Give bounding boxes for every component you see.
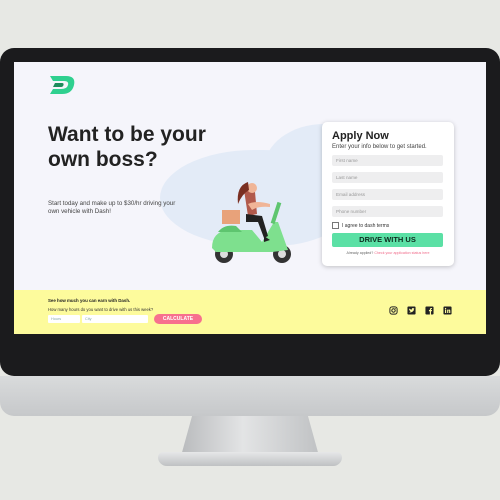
facebook-icon[interactable]	[425, 306, 434, 315]
first-name-field[interactable]: First name	[332, 155, 443, 166]
terms-checkbox[interactable]	[332, 222, 339, 229]
last-name-field[interactable]: Last name	[332, 172, 443, 183]
email-field[interactable]: Email address	[332, 189, 443, 200]
dash-logo[interactable]	[48, 74, 76, 96]
monitor-stand	[181, 416, 319, 456]
apply-form-card: Apply Now Enter your info below to get s…	[322, 122, 454, 266]
application-status-link[interactable]: Check your application status here	[374, 251, 429, 255]
scooter-rider-illustration	[212, 182, 291, 263]
drive-with-us-button[interactable]: DRIVE WITH US	[332, 233, 443, 247]
phone-field[interactable]: Phone number	[332, 206, 443, 217]
earnings-calculator-bar: See how much you can earn with Dash. How…	[14, 290, 486, 334]
linkedin-icon[interactable]	[443, 306, 452, 315]
monitor-chin	[0, 376, 500, 416]
twitter-icon[interactable]	[407, 306, 416, 315]
form-subtitle: Enter your info below to get started.	[332, 144, 427, 150]
terms-row: I agree to dash terms	[332, 222, 389, 229]
applied-text: Already applied?	[346, 251, 374, 255]
hero-subtitle: Start today and make up to $30/hr drivin…	[48, 200, 176, 215]
screen: Want to be your own boss? Start today an…	[14, 62, 486, 334]
city-input[interactable]: City	[82, 315, 148, 323]
hours-input[interactable]: Hours	[48, 315, 80, 323]
terms-label: I agree to dash terms	[342, 222, 390, 229]
applied-note: Already applied? Check your application …	[322, 251, 454, 255]
hero-title: Want to be your own boss?	[48, 123, 206, 171]
calculator-question: How many hours do you want to drive with…	[48, 307, 154, 312]
calculator-title: See how much you can earn with Dash.	[48, 298, 131, 303]
form-title: Apply Now	[332, 130, 389, 142]
monitor-base	[158, 452, 342, 466]
calculate-button[interactable]: CALCULATE	[154, 314, 202, 324]
instagram-icon[interactable]	[389, 306, 398, 315]
